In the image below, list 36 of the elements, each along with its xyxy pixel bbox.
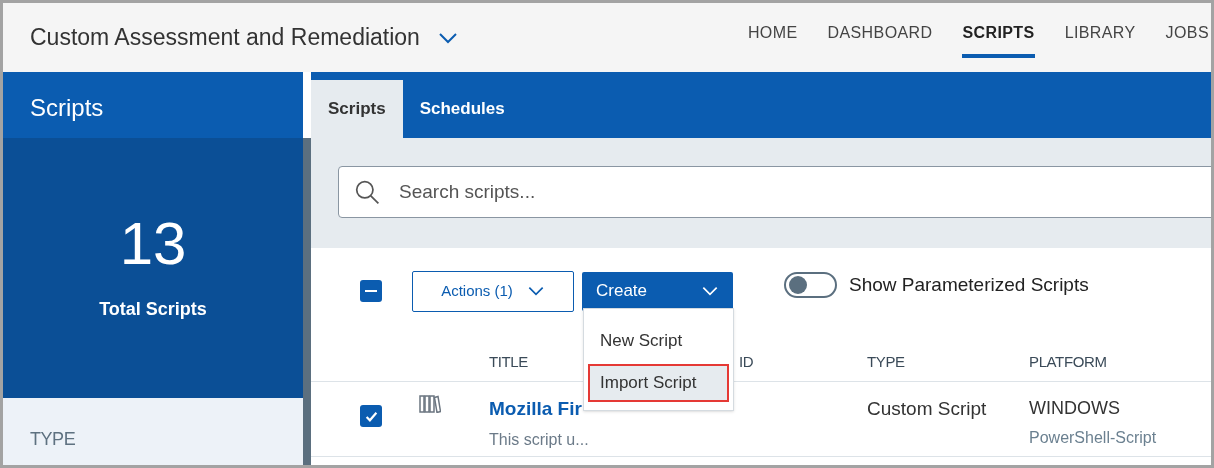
- tab[interactable]: Schedules: [402, 80, 522, 138]
- script-description: This script u...: [489, 429, 590, 450]
- stat-label: Total Scripts: [99, 297, 207, 321]
- actions-dropdown[interactable]: Actions (1): [412, 270, 574, 312]
- checkmark-icon: [364, 409, 378, 423]
- search-icon: [354, 179, 380, 205]
- toggle-label: Show Parameterized Scripts: [849, 272, 1089, 297]
- tab[interactable]: Scripts: [311, 80, 403, 138]
- nav-link[interactable]: JOBS: [1165, 17, 1209, 58]
- sidebar-header: Scripts: [3, 72, 303, 138]
- search-field[interactable]: Search scripts...: [338, 166, 1211, 218]
- app-title: Custom Assessment and Remediation: [30, 23, 420, 53]
- books-icon: [419, 395, 441, 413]
- menu-item[interactable]: Import Script: [588, 364, 729, 402]
- column-header: PLATFORM: [1029, 351, 1108, 372]
- menu-item[interactable]: New Script: [588, 322, 729, 360]
- stat-value: 13: [119, 213, 187, 274]
- checkbox[interactable]: [360, 405, 382, 427]
- nav-link[interactable]: SCRIPTS: [962, 17, 1035, 58]
- checkbox[interactable]: [360, 280, 382, 302]
- minus-icon: [365, 290, 377, 292]
- table-cell-text: WINDOWS: [1029, 397, 1121, 420]
- column-header: TYPE: [867, 351, 906, 372]
- chevron-down-icon: [437, 31, 458, 44]
- nav-link[interactable]: HOME: [747, 17, 798, 58]
- create-dropdown[interactable]: Create: [582, 271, 733, 311]
- table-cell-text: Custom Script: [867, 397, 988, 421]
- chevron-down-icon: [701, 286, 719, 296]
- filter-heading: TYPE: [30, 429, 76, 449]
- toggle-switch[interactable]: [784, 272, 837, 298]
- column-header: ID: [739, 351, 755, 372]
- table-cell-text: PowerShell-Script: [1029, 428, 1158, 448]
- chevron-down-icon: [526, 286, 545, 296]
- column-header: TITLE: [489, 351, 529, 372]
- nav-link[interactable]: DASHBOARD: [827, 17, 933, 58]
- nav-link[interactable]: LIBRARY: [1064, 17, 1136, 58]
